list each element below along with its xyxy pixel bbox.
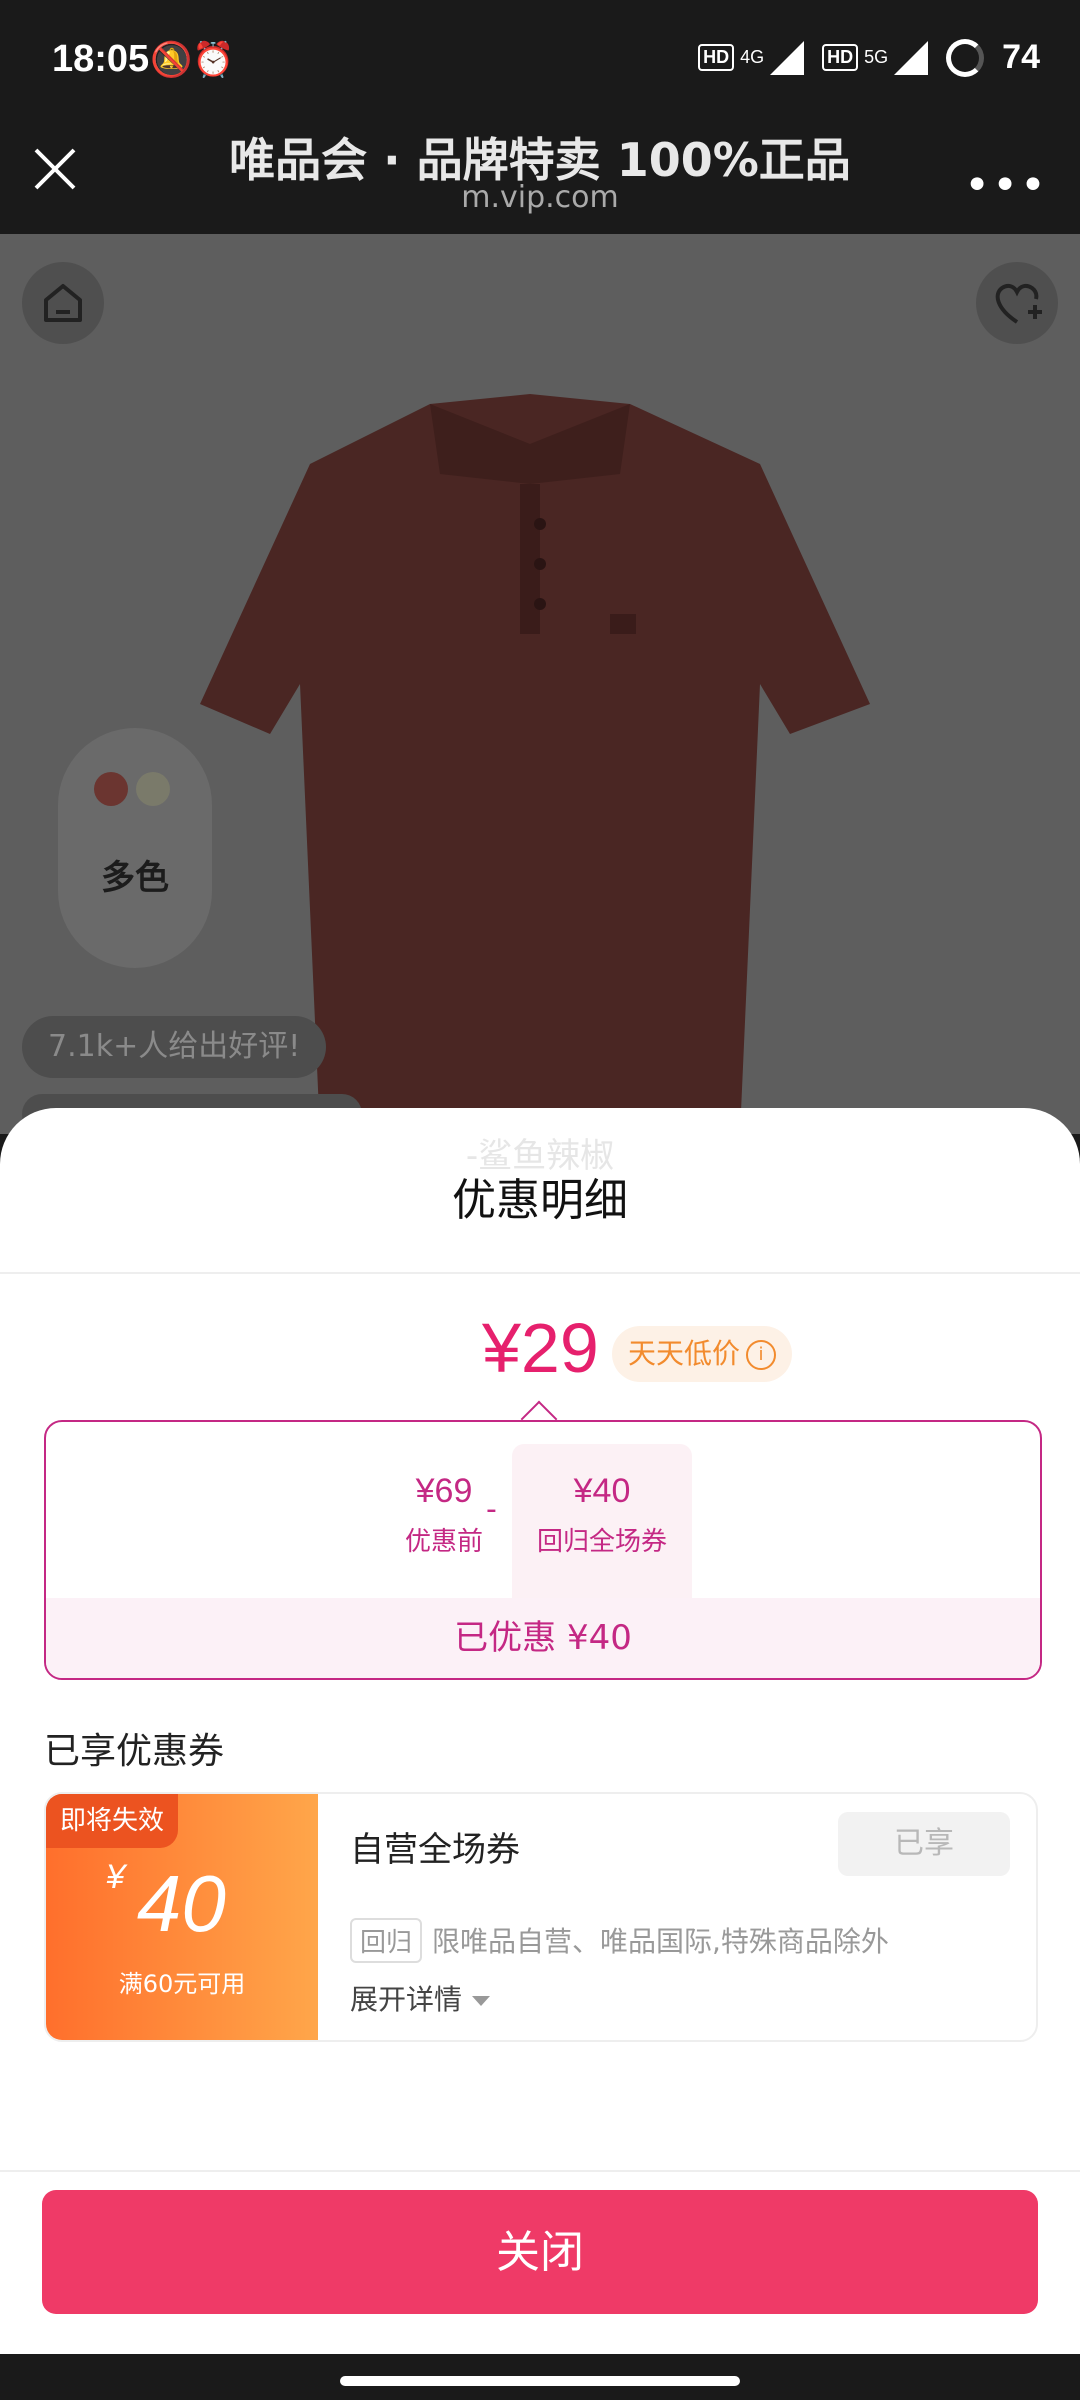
review-badge: 7.1k+人给出好评! [22, 1016, 327, 1078]
browser-top-bar: 唯品会 · 品牌特卖 100%正品 m.vip.com ••• [0, 124, 1080, 234]
more-menu-icon[interactable]: ••• [964, 160, 1048, 211]
coupon-name: 自营全场券 [350, 1830, 520, 1870]
final-price: ¥29 [482, 1309, 599, 1387]
coupon-perforation [308, 1794, 326, 2040]
system-nav-bar [0, 2354, 1080, 2400]
coupon-value-panel: 即将失效 ¥40 满60元可用 [46, 1794, 318, 2040]
divider [0, 2170, 1080, 2172]
expiring-badge: 即将失效 [46, 1794, 179, 1848]
color-options[interactable]: 多色 [58, 728, 212, 968]
final-price-row: ¥29 天天低价 i [0, 1308, 1080, 1398]
home-icon[interactable] [22, 262, 104, 344]
applied-coupons-heading: 已享优惠券 [44, 1731, 225, 1772]
battery-level: 74 [1002, 38, 1040, 76]
mute-alarm-icons: 🔕⏰ [150, 40, 235, 80]
divider [0, 1272, 1080, 1274]
status-bar: 18:05 🔕⏰ HD 4G HD 5G 74 [0, 0, 1080, 124]
coupon-discount-cell: ¥40 回归全场券 [512, 1444, 692, 1616]
status-right: HD 4G HD 5G 74 [698, 38, 1040, 77]
coupon-status-button[interactable]: 已享 [838, 1812, 1010, 1876]
color-swatch [94, 772, 128, 806]
coupon-min-spend: 满60元可用 [118, 1970, 246, 1998]
minus-sign: - [486, 1492, 497, 1527]
sheet-title: 优惠明细 [452, 1175, 628, 1226]
favorite-add-icon[interactable] [976, 262, 1058, 344]
signal-4g-icon: HD 4G [698, 40, 805, 75]
saved-amount: 已优惠 ¥40 [46, 1598, 1040, 1678]
heart-plus-icon [995, 283, 1042, 324]
info-icon: i [746, 1340, 777, 1370]
coupon-description: 回归 限唯品自营、唯品国际,特殊商品除外 [350, 1918, 889, 1963]
product-image-area: 多色 7.1k+人给出好评! [0, 234, 1080, 1134]
return-tag: 回归 [350, 1918, 423, 1963]
chevron-down-icon [472, 1996, 491, 2006]
daily-low-price-tag[interactable]: 天天低价 i [612, 1326, 793, 1382]
color-swatch [136, 772, 170, 806]
status-time: 18:05 [52, 38, 150, 80]
battery-icon [946, 38, 985, 77]
close-button[interactable]: 关闭 [42, 2190, 1038, 2314]
expand-details-link[interactable]: 展开详情 [350, 1978, 491, 2018]
price-breakdown-box: ¥69 优惠前 - ¥40 回归全场券 已优惠 ¥40 [44, 1420, 1042, 1680]
signal-5g-icon: HD 5G [822, 40, 929, 75]
coupon-card: 即将失效 ¥40 满60元可用 自营全场券 已享 回归 限唯品自营、唯品国际,特殊… [44, 1792, 1038, 2042]
home-glyph-icon [44, 284, 82, 322]
home-indicator[interactable] [340, 2376, 740, 2386]
coupon-amount: ¥40 [106, 1858, 226, 1948]
discount-detail-sheet: -鲨鱼辣椒 优惠明细 ¥29 天天低价 i ¥69 优惠前 - ¥40 回归全场券… [0, 1108, 1080, 2354]
page-url: m.vip.com [461, 180, 619, 215]
colors-label: 多色 [101, 858, 169, 898]
